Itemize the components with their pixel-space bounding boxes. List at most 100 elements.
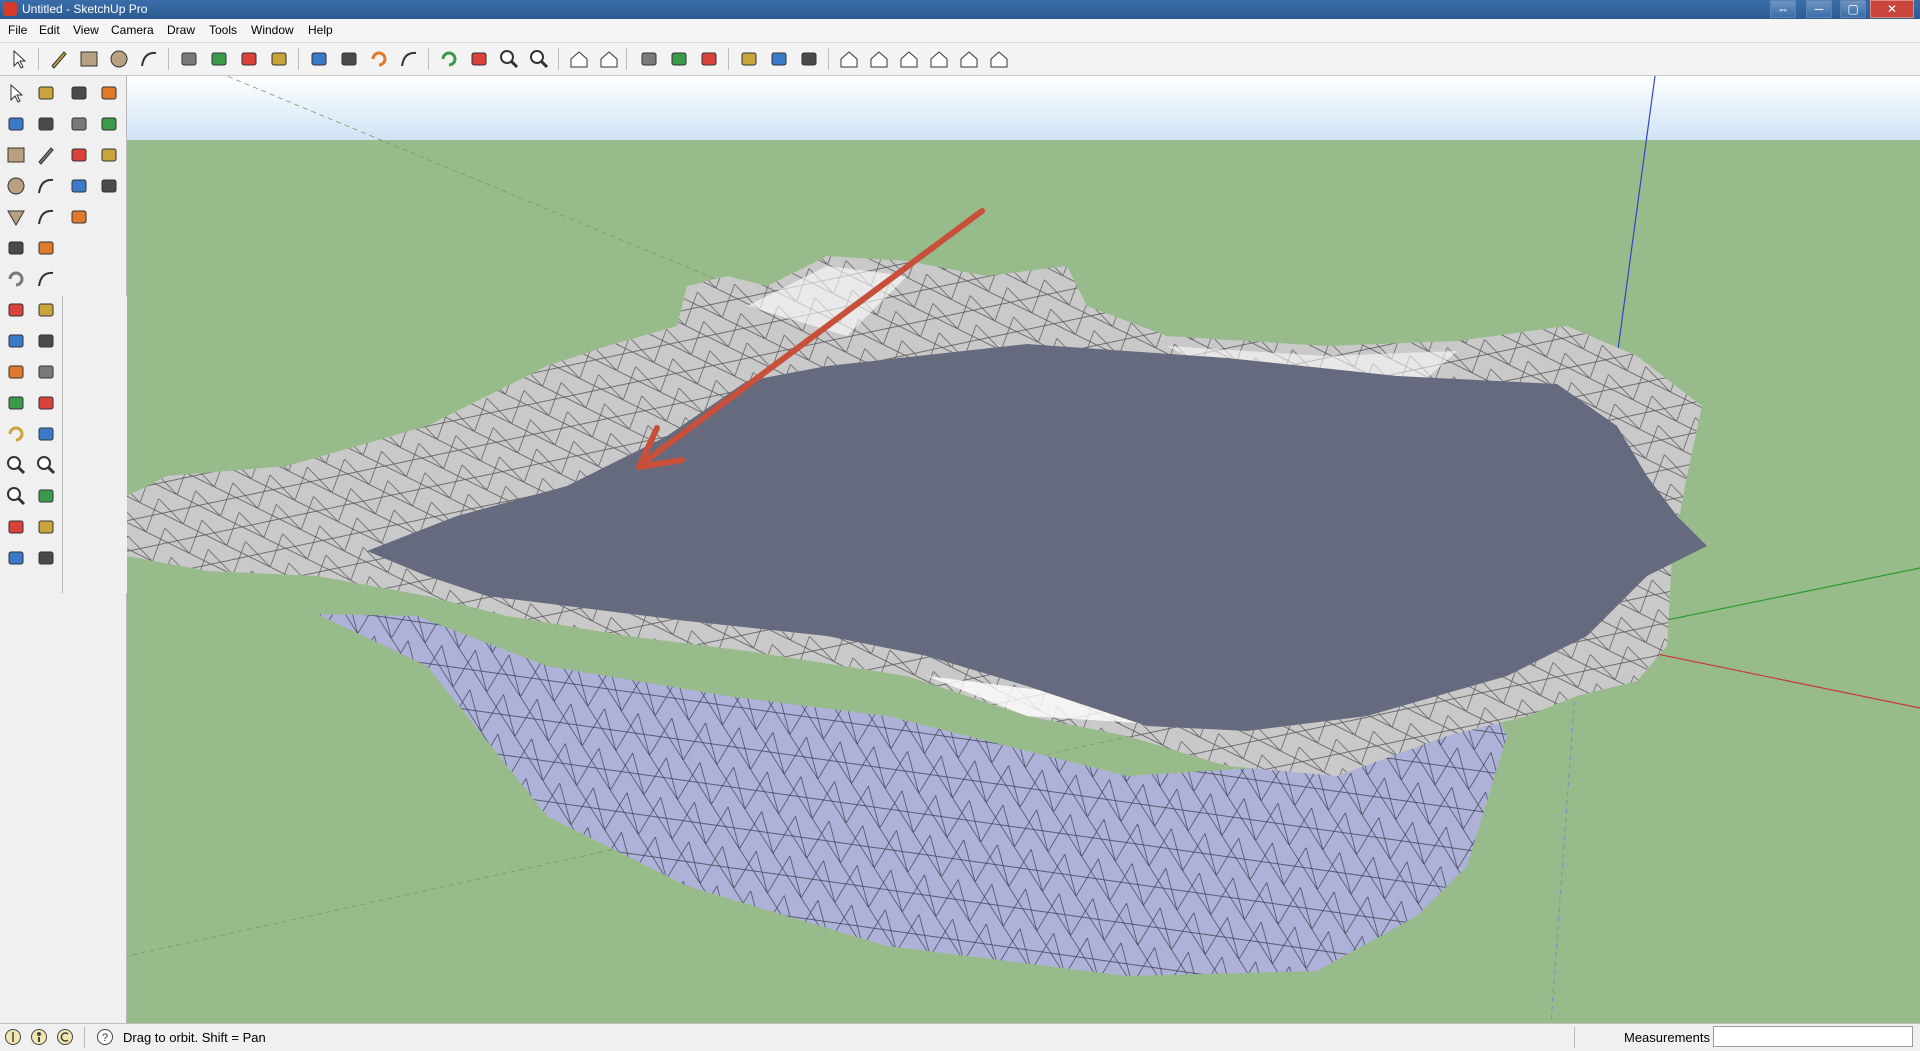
paint-bucket-icon[interactable] [3,111,29,137]
zoom-icon[interactable] [496,47,522,71]
sign-in-icon[interactable] [56,1028,74,1046]
stamp-icon[interactable] [96,173,122,199]
menu-tools[interactable]: Tools [206,23,240,37]
sketchup-logo-icon [3,2,17,16]
previous-view-icon[interactable] [566,47,592,71]
menu-edit[interactable]: Edit [36,23,63,37]
circle-icon[interactable] [106,47,132,71]
zoom-window-icon[interactable] [33,452,59,478]
arc-icon[interactable] [33,173,59,199]
outer-shell-icon[interactable] [66,80,92,106]
section-plane-icon[interactable] [33,545,59,571]
eraser-icon[interactable] [33,111,59,137]
trim-icon[interactable] [66,142,92,168]
credits-icon[interactable] [30,1028,48,1046]
select-icon[interactable] [6,47,32,71]
add-location-icon[interactable] [736,47,762,71]
svg-text:?: ? [102,1032,108,1044]
zoom-extents-icon[interactable] [3,483,29,509]
select-icon[interactable] [3,80,29,106]
help-icon[interactable]: ? [96,1028,114,1046]
minimize-button[interactable]: ─ [1806,0,1832,18]
paint-bucket-icon[interactable] [266,47,292,71]
drawing-area[interactable] [127,76,1920,1023]
circle-icon[interactable] [3,173,29,199]
menu-window[interactable]: Window [248,23,297,37]
line-icon[interactable] [33,142,59,168]
menu-file[interactable]: File [5,23,30,37]
subtract-icon[interactable] [96,111,122,137]
eraser-icon[interactable] [206,47,232,71]
solid-tools-panel [62,76,127,296]
share-model-icon[interactable] [666,47,692,71]
status-divider [1574,1027,1575,1048]
polygon-icon[interactable] [3,204,29,230]
axes-icon[interactable] [3,390,29,416]
sandbox-from-contours-icon[interactable] [66,173,92,199]
look-around-icon[interactable] [33,514,59,540]
dimension-icon[interactable] [33,328,59,354]
menu-camera[interactable]: Camera [108,23,157,37]
rectangle-icon[interactable] [76,47,102,71]
make-component-icon[interactable] [176,47,202,71]
right-view-icon[interactable] [926,47,952,71]
protractor-icon[interactable] [3,359,29,385]
get-models-icon[interactable] [636,47,662,71]
rotate-icon[interactable] [366,47,392,71]
top-view-icon[interactable] [866,47,892,71]
follow-me-icon[interactable] [33,266,59,292]
restore-icon[interactable]: ⇔ [1770,0,1796,18]
3d-text-icon[interactable] [33,390,59,416]
photo-textures-icon[interactable] [796,47,822,71]
3d-warehouse-icon[interactable] [696,47,722,71]
toggle-terrain-icon[interactable] [766,47,792,71]
model-viewport[interactable] [127,76,1920,1023]
push-pull-icon[interactable] [306,47,332,71]
iso-view-icon[interactable] [836,47,862,71]
zoom-icon[interactable] [3,452,29,478]
position-camera-icon[interactable] [3,514,29,540]
pan-icon[interactable] [33,421,59,447]
split-icon[interactable] [96,142,122,168]
tape-measure-icon[interactable] [3,328,29,354]
back-view-icon[interactable] [956,47,982,71]
drape-icon[interactable] [66,204,92,230]
orbit-icon[interactable] [3,421,29,447]
rotate-icon[interactable] [3,266,29,292]
freehand-icon[interactable] [33,204,59,230]
text-icon[interactable] [33,359,59,385]
left-panel-background [0,593,127,1023]
status-divider [84,1027,85,1048]
close-button[interactable]: ✕ [1870,0,1914,18]
scale-icon[interactable] [3,297,29,323]
push-pull-icon[interactable] [33,235,59,261]
move-icon[interactable] [3,235,29,261]
measurements-input[interactable] [1713,1026,1913,1047]
menu-draw[interactable]: Draw [164,23,198,37]
maximize-button[interactable]: ▢ [1840,0,1866,18]
toolbar-separator [168,48,169,70]
arc-icon[interactable] [136,47,162,71]
zoom-extents-icon[interactable] [526,47,552,71]
intersect-icon[interactable] [96,80,122,106]
window-title: Untitled - SketchUp Pro [22,2,148,16]
pan-icon[interactable] [466,47,492,71]
menu-help[interactable]: Help [305,23,336,37]
make-component-icon[interactable] [33,80,59,106]
offset-icon[interactable] [33,297,59,323]
tape-measure-icon[interactable] [236,47,262,71]
toolbar-separator [828,48,829,70]
geo-location-icon[interactable] [4,1028,22,1046]
previous-icon[interactable] [33,483,59,509]
follow-me-icon[interactable] [396,47,422,71]
left-view-icon[interactable] [986,47,1012,71]
next-view-icon[interactable] [596,47,622,71]
menu-view[interactable]: View [70,23,102,37]
front-view-icon[interactable] [896,47,922,71]
move-icon[interactable] [336,47,362,71]
walk-icon[interactable] [3,545,29,571]
pencil-icon[interactable] [46,47,72,71]
orbit-icon[interactable] [436,47,462,71]
union-icon[interactable] [66,111,92,137]
rectangle-icon[interactable] [3,142,29,168]
